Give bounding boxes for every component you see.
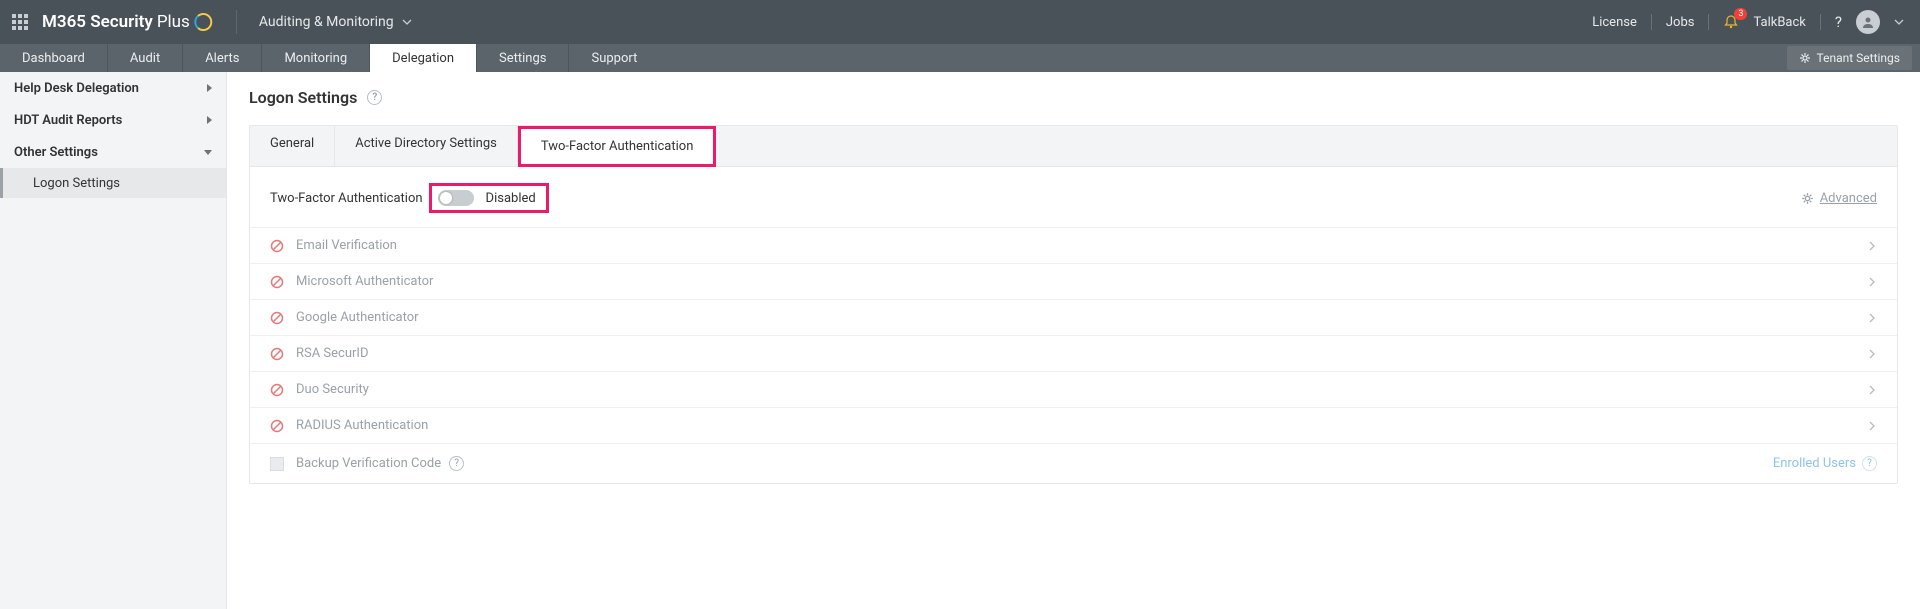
tab-settings[interactable]: Settings: [477, 44, 569, 72]
header-sep: [1820, 14, 1821, 30]
backup-code-checkbox[interactable]: [270, 457, 284, 471]
subtabs: General Active Directory Settings Two-Fa…: [250, 126, 1897, 167]
disabled-icon: [270, 347, 284, 361]
help-icon[interactable]: ?: [449, 456, 464, 471]
page-title: Logon Settings: [249, 88, 357, 107]
disabled-icon: [270, 383, 284, 397]
tab-audit[interactable]: Audit: [108, 44, 183, 72]
backup-code-row: Backup Verification Code ? Enrolled User…: [250, 443, 1897, 483]
backup-code-label: Backup Verification Code: [296, 456, 441, 471]
tenant-settings-label: Tenant Settings: [1817, 51, 1900, 65]
section-dropdown[interactable]: Auditing & Monitoring: [259, 14, 412, 30]
tfa-method-label: Email Verification: [296, 238, 397, 253]
jobs-link[interactable]: Jobs: [1666, 15, 1695, 30]
section-dropdown-label: Auditing & Monitoring: [259, 14, 394, 30]
tfa-method-row[interactable]: Email Verification: [250, 227, 1897, 263]
license-link[interactable]: License: [1592, 15, 1637, 30]
brand: M365 Security Plus: [42, 12, 214, 32]
sidebar-item-label: Help Desk Delegation: [14, 81, 139, 96]
advanced-link-area: Advanced: [1801, 191, 1877, 206]
page-body: Help Desk Delegation HDT Audit Reports O…: [0, 72, 1920, 609]
enrolled-users-label: Enrolled Users: [1773, 456, 1856, 471]
sidebar-subitem-label: Logon Settings: [33, 176, 120, 191]
notifications-button[interactable]: 3: [1723, 14, 1739, 30]
settings-panel: General Active Directory Settings Two-Fa…: [249, 125, 1898, 484]
gear-icon: [1799, 52, 1811, 64]
tfa-method-row[interactable]: Google Authenticator: [250, 299, 1897, 335]
sidebar-item-help-desk-delegation[interactable]: Help Desk Delegation: [0, 72, 226, 104]
tab-dashboard[interactable]: Dashboard: [0, 44, 108, 72]
advanced-link[interactable]: Advanced: [1820, 191, 1877, 206]
sidebar-subitem-logon-settings[interactable]: Logon Settings: [0, 168, 226, 198]
brand-suffix: Plus: [157, 12, 190, 32]
chevron-down-icon: [204, 150, 212, 155]
tfa-toggle-highlight: Disabled: [429, 183, 549, 213]
tfa-method-row[interactable]: Microsoft Authenticator: [250, 263, 1897, 299]
tfa-method-label: Duo Security: [296, 382, 369, 397]
tfa-method-row[interactable]: RSA SecurID: [250, 335, 1897, 371]
header-sep: [1708, 14, 1709, 30]
tfa-method-label: RADIUS Authentication: [296, 418, 428, 433]
tfa-method-row[interactable]: Duo Security: [250, 371, 1897, 407]
header-right: License Jobs 3 TalkBack ?: [1592, 10, 1904, 34]
help-button[interactable]: ?: [1835, 13, 1842, 31]
tab-spacer: [659, 44, 1786, 72]
tfa-toggle-row: Two-Factor Authentication Disabled Advan…: [250, 167, 1897, 227]
brand-prefix: M365 Security: [42, 12, 153, 32]
enrolled-users-link[interactable]: Enrolled Users ?: [1773, 456, 1877, 471]
subtab-general[interactable]: General: [250, 126, 335, 166]
sidebar: Help Desk Delegation HDT Audit Reports O…: [0, 72, 227, 609]
disabled-icon: [270, 275, 284, 289]
sidebar-item-other-settings[interactable]: Other Settings: [0, 136, 226, 168]
tfa-method-row[interactable]: RADIUS Authentication: [250, 407, 1897, 443]
chevron-down-icon[interactable]: [1894, 17, 1904, 27]
tfa-method-label: RSA SecurID: [296, 346, 369, 361]
tab-monitoring[interactable]: Monitoring: [262, 44, 370, 72]
gear-icon: [1801, 192, 1814, 205]
chevron-right-icon: [207, 116, 212, 124]
disabled-icon: [270, 311, 284, 325]
sidebar-item-label: HDT Audit Reports: [14, 113, 122, 128]
user-avatar[interactable]: [1856, 10, 1880, 34]
disabled-icon: [270, 239, 284, 253]
tab-support[interactable]: Support: [569, 44, 659, 72]
chevron-right-icon: [1867, 241, 1877, 251]
apps-grid-icon[interactable]: [12, 14, 28, 30]
chevron-down-icon: [402, 17, 412, 27]
tfa-toggle-switch[interactable]: [438, 190, 474, 206]
tab-alerts[interactable]: Alerts: [183, 44, 262, 72]
subtab-active-directory[interactable]: Active Directory Settings: [335, 126, 518, 166]
chevron-right-icon: [1867, 385, 1877, 395]
tab-delegation[interactable]: Delegation: [370, 44, 477, 72]
tfa-method-label: Microsoft Authenticator: [296, 274, 433, 289]
app-header: M365 Security Plus Auditing & Monitoring…: [0, 0, 1920, 44]
disabled-icon: [270, 419, 284, 433]
sidebar-item-hdt-audit-reports[interactable]: HDT Audit Reports: [0, 104, 226, 136]
talkback-link[interactable]: TalkBack: [1753, 15, 1805, 30]
tfa-toggle-label: Two-Factor Authentication: [270, 191, 423, 206]
chevron-right-icon: [207, 84, 212, 92]
help-icon[interactable]: ?: [1862, 456, 1877, 471]
brand-swoosh-icon: [194, 12, 214, 32]
subtab-two-factor-auth[interactable]: Two-Factor Authentication: [518, 126, 717, 167]
tfa-method-label: Google Authenticator: [296, 310, 419, 325]
main-tabs: Dashboard Audit Alerts Monitoring Delega…: [0, 44, 1920, 72]
tfa-toggle-state: Disabled: [486, 191, 536, 206]
help-icon[interactable]: ?: [367, 90, 382, 105]
chevron-right-icon: [1867, 313, 1877, 323]
header-divider: [236, 10, 237, 34]
page-title-row: Logon Settings ?: [249, 88, 1898, 107]
header-sep: [1651, 14, 1652, 30]
main-content: Logon Settings ? General Active Director…: [227, 72, 1920, 609]
sidebar-item-label: Other Settings: [14, 145, 98, 160]
tenant-settings-button[interactable]: Tenant Settings: [1787, 46, 1912, 70]
chevron-right-icon: [1867, 421, 1877, 431]
user-icon: [1861, 15, 1875, 29]
chevron-right-icon: [1867, 277, 1877, 287]
chevron-right-icon: [1867, 349, 1877, 359]
notification-badge: 3: [1734, 8, 1747, 20]
